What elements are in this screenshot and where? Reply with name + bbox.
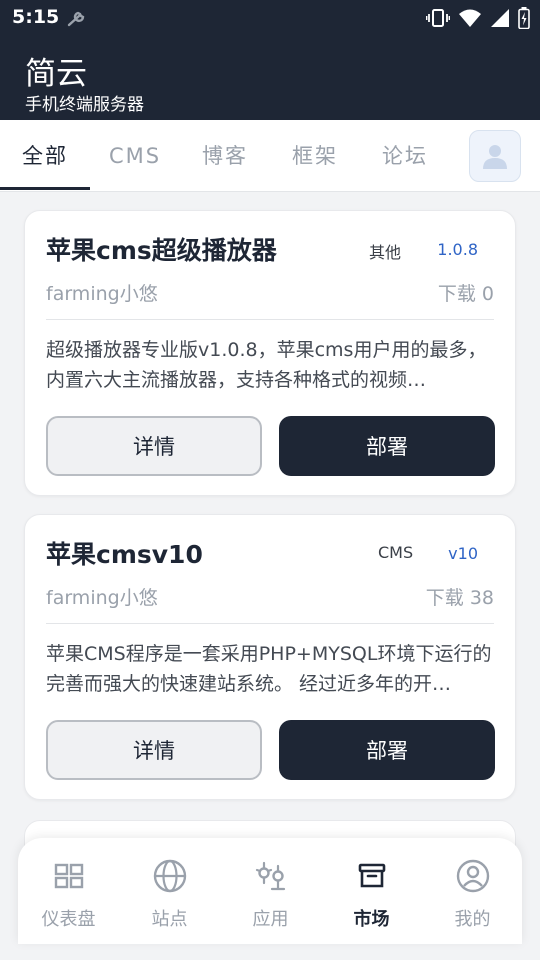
card-divider bbox=[46, 623, 494, 624]
wrench-icon bbox=[67, 11, 85, 27]
app-category: CMS bbox=[378, 543, 414, 562]
tab-cms[interactable]: CMS bbox=[90, 120, 180, 192]
nav-market[interactable]: 市场 bbox=[321, 838, 422, 944]
app-card: 苹果cmsv10 CMS v10 farming小悠 下载 38 苹果CMS程序… bbox=[24, 514, 516, 800]
user-avatar-icon bbox=[483, 145, 507, 169]
deploy-button[interactable]: 部署 bbox=[279, 720, 495, 780]
nav-label: 仪表盘 bbox=[41, 909, 96, 930]
nav-label: 市场 bbox=[353, 909, 390, 930]
app-name: 苹果cms超级播放器 bbox=[46, 236, 277, 265]
tab-framework[interactable]: 框架 bbox=[270, 120, 360, 192]
tab-blog[interactable]: 博客 bbox=[180, 120, 270, 192]
apps-icon bbox=[255, 861, 286, 891]
app-category: 其他 bbox=[369, 243, 402, 262]
app-description: 超级播放器专业版v1.0.8，苹果cms用户用的最多，内置六大主流播放器，支持各… bbox=[46, 339, 487, 391]
deploy-button[interactable]: 部署 bbox=[279, 416, 495, 476]
nav-dashboard[interactable]: 仪表盘 bbox=[18, 838, 119, 944]
dashboard-icon bbox=[54, 863, 84, 889]
nav-label: 站点 bbox=[151, 909, 188, 930]
status-time: 5:15 bbox=[12, 6, 60, 28]
bottom-nav: 仪表盘 站点 应用 市场 我的 bbox=[18, 838, 522, 944]
tab-indicator bbox=[0, 187, 90, 190]
vibrate-icon bbox=[426, 9, 450, 27]
market-icon bbox=[358, 863, 386, 888]
profile-button[interactable] bbox=[469, 130, 521, 182]
nav-label: 我的 bbox=[454, 909, 491, 930]
status-icons bbox=[426, 7, 530, 29]
app-title: 简云 bbox=[25, 56, 87, 92]
tab-all[interactable]: 全部 bbox=[0, 120, 90, 192]
nav-apps[interactable]: 应用 bbox=[220, 838, 321, 944]
app-version: v10 bbox=[448, 544, 478, 563]
detail-button[interactable]: 详情 bbox=[46, 720, 262, 780]
app-header: 简云 手机终端服务器 bbox=[0, 36, 540, 120]
user-icon bbox=[456, 859, 490, 893]
app-description: 苹果CMS程序是一套采用PHP+MYSQL环境下运行的完善而强大的快速建站系统。… bbox=[46, 643, 492, 695]
detail-button[interactable]: 详情 bbox=[46, 416, 262, 476]
signal-icon bbox=[491, 9, 509, 27]
wifi-icon bbox=[459, 9, 481, 27]
category-tabs: 全部 CMS 博客 框架 论坛 bbox=[0, 120, 540, 192]
app-name: 苹果cmsv10 bbox=[46, 540, 203, 569]
globe-icon bbox=[153, 859, 187, 893]
app-downloads: 下载 38 bbox=[425, 587, 494, 609]
nav-mine[interactable]: 我的 bbox=[422, 838, 523, 944]
app-version: 1.0.8 bbox=[437, 240, 478, 259]
nav-sites[interactable]: 站点 bbox=[119, 838, 220, 944]
nav-label: 应用 bbox=[252, 909, 289, 930]
battery-icon bbox=[518, 7, 530, 29]
tab-forum[interactable]: 论坛 bbox=[360, 120, 450, 192]
status-bar: 5:15 bbox=[0, 0, 540, 36]
app-subtitle: 手机终端服务器 bbox=[25, 95, 144, 115]
app-downloads: 下载 0 bbox=[437, 283, 494, 305]
app-author: farming小悠 bbox=[46, 283, 158, 305]
app-author: farming小悠 bbox=[46, 587, 158, 609]
card-divider bbox=[46, 319, 494, 320]
app-card: 苹果cms超级播放器 其他 1.0.8 farming小悠 下载 0 超级播放器… bbox=[24, 210, 516, 496]
